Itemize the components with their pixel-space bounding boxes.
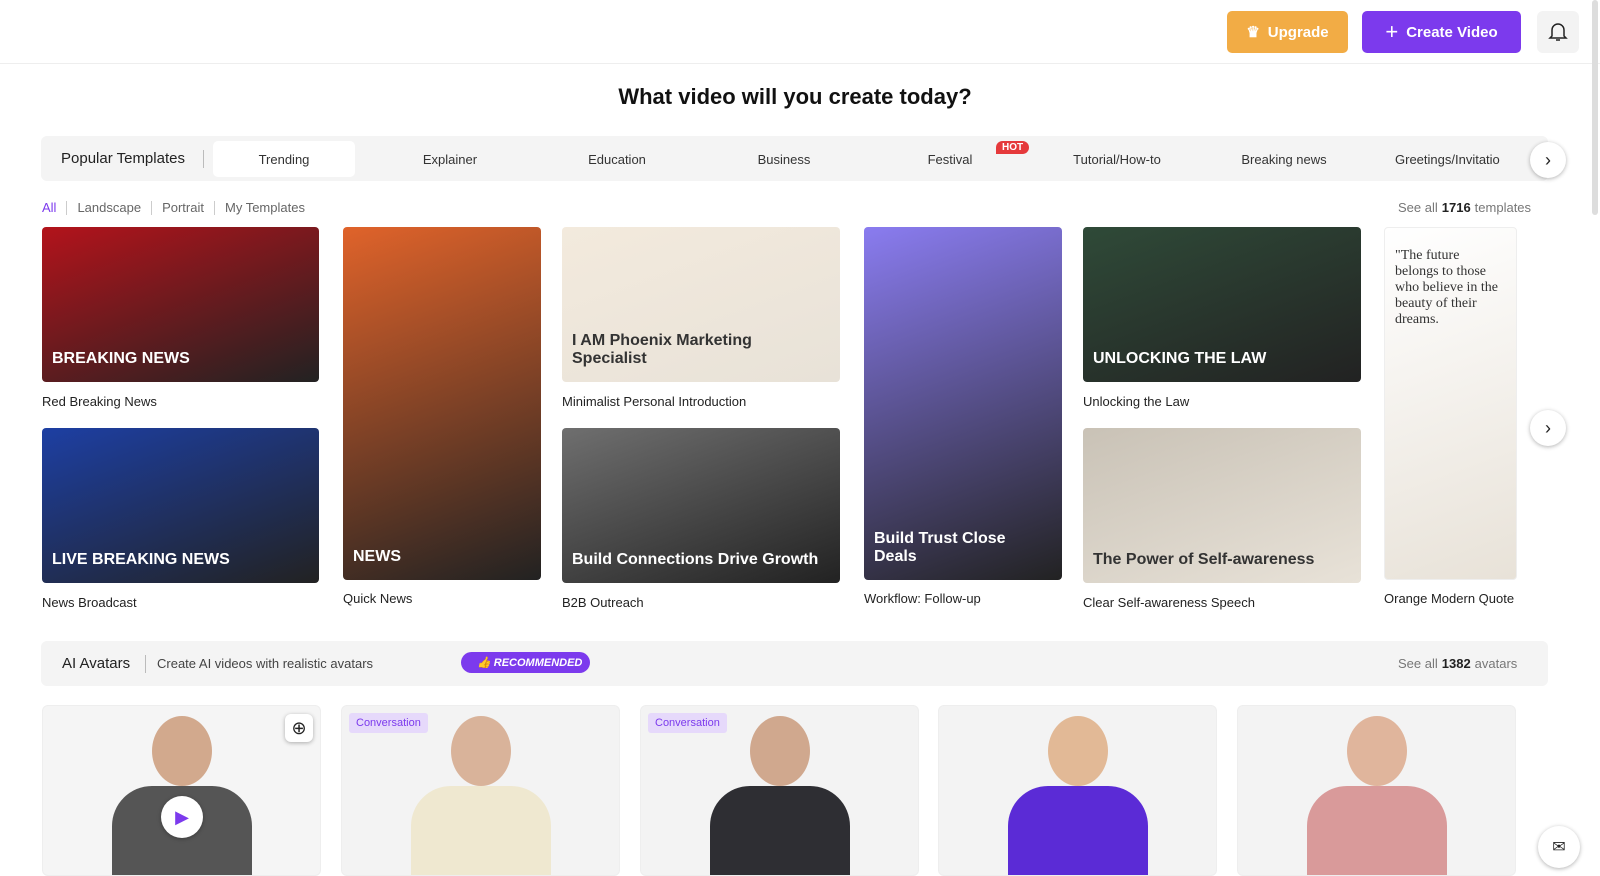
thumbs-up-icon: 👍: [477, 657, 491, 669]
template-thumbnail: LIVE BREAKING NEWS: [42, 428, 319, 583]
avatar-card[interactable]: [1237, 705, 1516, 876]
template-title: Quick News: [343, 591, 413, 606]
chevron-right-icon: ›: [1545, 417, 1551, 438]
template-card[interactable]: "The future belongs to those who believe…: [1384, 227, 1517, 606]
upgrade-button[interactable]: ♛ Upgrade: [1227, 11, 1348, 53]
chevron-right-icon: ›: [1545, 149, 1551, 170]
thumbnail-text: I AM Phoenix Marketing Specialist: [572, 332, 752, 367]
plus-circle-icon: ⊕: [291, 717, 307, 738]
template-card[interactable]: UNLOCKING THE LAW Unlocking the Law: [1083, 227, 1361, 409]
ai-avatars-label: AI Avatars: [62, 655, 131, 672]
crown-icon: ♛: [1246, 24, 1260, 41]
thumbnail-text: Build Trust Close Deals: [874, 530, 1006, 565]
template-thumbnail: Build Connections Drive Growth: [562, 428, 840, 583]
templates-next-button[interactable]: ›: [1530, 410, 1566, 446]
page-title: What video will you create today?: [618, 84, 972, 109]
create-video-button[interactable]: + Create Video: [1362, 11, 1521, 53]
orientation-filters: All Landscape Portrait My Templates: [42, 200, 305, 215]
template-card[interactable]: Build Trust Close Deals Workflow: Follow-…: [864, 227, 1062, 606]
tab-tutorial[interactable]: Tutorial/How-to: [1046, 141, 1188, 177]
template-card[interactable]: The Power of Self-awareness Clear Self-aw…: [1083, 428, 1361, 610]
tab-business[interactable]: Business: [713, 141, 855, 177]
divider: [145, 655, 146, 673]
filter-my-templates[interactable]: My Templates: [225, 200, 305, 215]
template-thumbnail: NEWS: [343, 227, 541, 580]
template-thumbnail: UNLOCKING THE LAW: [1083, 227, 1361, 382]
template-title: B2B Outreach: [562, 595, 644, 610]
plus-icon: +: [1385, 19, 1399, 44]
template-card[interactable]: LIVE BREAKING NEWS News Broadcast: [42, 428, 319, 610]
ai-avatars-bar: AI Avatars Create AI videos with realist…: [41, 641, 1548, 686]
tab-greetings[interactable]: Greetings/Invitatio: [1379, 141, 1521, 177]
template-title: Red Breaking News: [42, 394, 157, 409]
tab-explainer[interactable]: Explainer: [379, 141, 521, 177]
see-all-templates-link[interactable]: See all 1716 templates: [1398, 200, 1531, 215]
popular-templates-label: Popular Templates: [61, 150, 185, 167]
filter-landscape[interactable]: Landscape: [77, 200, 141, 215]
tab-trending[interactable]: Trending: [213, 141, 355, 177]
thumbnail-text: "The future belongs to those who believe…: [1395, 248, 1499, 327]
template-title: Clear Self-awareness Speech: [1083, 595, 1255, 610]
header: ♛ Upgrade + Create Video: [0, 0, 1600, 64]
conversation-badge: Conversation: [648, 713, 727, 733]
template-thumbnail: Build Trust Close Deals: [864, 227, 1062, 580]
tab-breaking-news[interactable]: Breaking news: [1213, 141, 1355, 177]
conversation-badge: Conversation: [349, 713, 428, 733]
avatar-card[interactable]: Conversation: [640, 705, 919, 876]
avatar-card[interactable]: [938, 705, 1217, 876]
thumbnail-text: LIVE BREAKING NEWS: [52, 551, 230, 568]
inbox-button[interactable]: ✉: [1538, 826, 1580, 868]
add-avatar-button[interactable]: ⊕: [285, 714, 313, 742]
see-all-avatars-link[interactable]: See all 1382 avatars: [1398, 656, 1517, 671]
play-button[interactable]: ▶: [161, 796, 203, 838]
thumbnail-text: Build Connections Drive Growth: [572, 551, 819, 568]
template-thumbnail: "The future belongs to those who believe…: [1384, 227, 1517, 580]
divider: [203, 150, 204, 168]
filter-portrait[interactable]: Portrait: [162, 200, 204, 215]
bell-icon: [1548, 23, 1568, 41]
notifications-button[interactable]: [1537, 11, 1579, 53]
templates-tabbar: Popular Templates Trending Explainer Edu…: [41, 136, 1548, 181]
filter-all[interactable]: All: [42, 200, 56, 215]
thumbnail-text: UNLOCKING THE LAW: [1093, 350, 1267, 367]
tab-education[interactable]: Education: [546, 141, 688, 177]
template-title: Orange Modern Quote: [1384, 591, 1515, 606]
template-title: Minimalist Personal Introduction: [562, 394, 747, 409]
avatar-card[interactable]: ▶ ⊕: [42, 705, 321, 876]
thumbnail-text: BREAKING NEWS: [52, 350, 190, 367]
template-thumbnail: I AM Phoenix Marketing Specialist: [562, 227, 840, 382]
thumbnail-text: The Power of Self-awareness: [1093, 551, 1315, 568]
tabs-next-button[interactable]: ›: [1530, 142, 1566, 178]
template-title: Unlocking the Law: [1083, 394, 1190, 409]
thumbnail-text: NEWS: [353, 548, 401, 565]
ai-avatars-subtitle: Create AI videos with realistic avatars: [157, 656, 374, 671]
play-icon: ▶: [175, 806, 189, 827]
template-thumbnail: The Power of Self-awareness: [1083, 428, 1361, 583]
template-thumbnail: BREAKING NEWS: [42, 227, 319, 382]
hot-badge: HOT: [996, 141, 1030, 154]
avatar-card[interactable]: Conversation: [341, 705, 620, 876]
template-title: News Broadcast: [42, 595, 137, 610]
template-title: Workflow: Follow-up: [864, 591, 981, 606]
scrollbar[interactable]: [1592, 0, 1598, 215]
template-card[interactable]: NEWS Quick News: [343, 227, 541, 606]
recommended-badge: 👍 RECOMMENDED: [461, 652, 591, 673]
template-card[interactable]: I AM Phoenix Marketing Specialist Minimal…: [562, 227, 840, 409]
template-card[interactable]: BREAKING NEWS Red Breaking News: [42, 227, 319, 409]
template-card[interactable]: Build Connections Drive Growth B2B Outrea…: [562, 428, 840, 610]
inbox-icon: ✉: [1552, 839, 1566, 856]
